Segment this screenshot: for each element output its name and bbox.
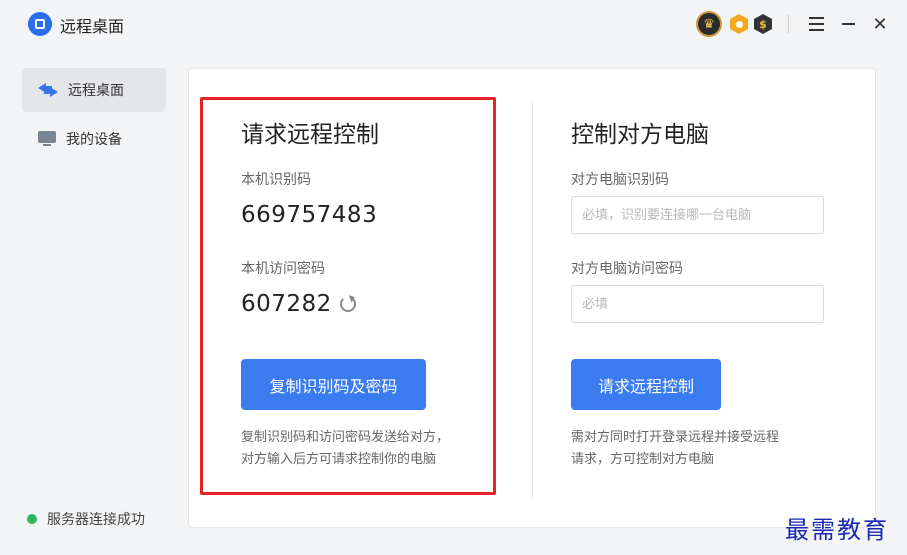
remote-hint-line2: 请求，方可控制对方电脑: [571, 452, 715, 467]
remote-hint-line1: 需对方同时打开登录远程并接受远程: [571, 430, 780, 445]
app-logo-icon: [28, 12, 52, 36]
menu-button[interactable]: [803, 11, 829, 37]
close-icon: ✕: [872, 13, 888, 35]
crown-badge-icon[interactable]: ♛: [696, 11, 722, 37]
hexagon-badge-icon[interactable]: [730, 14, 748, 34]
minimize-icon: [841, 23, 855, 25]
sidebar-item-label: 我的设备: [66, 132, 122, 148]
remote-hint: 需对方同时打开登录远程并接受远程 请求，方可控制对方电脑: [571, 427, 779, 471]
app-title: 远程桌面: [60, 17, 125, 36]
request-control-button[interactable]: 请求远程控制: [571, 359, 721, 410]
column-divider: [532, 99, 533, 499]
status-dot-icon: [27, 514, 37, 524]
sidebar-item-remote-desktop[interactable]: 远程桌面: [22, 68, 166, 112]
remote-password-input[interactable]: [571, 285, 824, 323]
remote-password-label: 对方电脑访问密码: [571, 261, 683, 277]
monitor-icon: [38, 131, 56, 147]
connection-status: 服务器连接成功: [27, 509, 145, 529]
coin-badge-icon[interactable]: $: [754, 14, 772, 34]
highlight-box: [200, 97, 496, 495]
remote-id-input[interactable]: [571, 196, 824, 234]
watermark-text: 最需教育: [785, 516, 889, 544]
minimize-button[interactable]: [835, 11, 861, 37]
close-button[interactable]: ✕: [867, 11, 893, 37]
remote-desktop-icon: [38, 83, 58, 97]
remote-id-label: 对方电脑识别码: [571, 172, 669, 188]
hamburger-menu-icon: [808, 17, 824, 31]
titlebar-divider: [788, 15, 789, 33]
title-bar: 远程桌面 ♛ $ ✕: [0, 0, 907, 50]
sidebar-item-label: 远程桌面: [68, 83, 124, 99]
status-text: 服务器连接成功: [47, 512, 145, 528]
remote-section-title: 控制对方电脑: [571, 122, 709, 148]
sidebar-item-my-devices[interactable]: 我的设备: [22, 117, 166, 161]
